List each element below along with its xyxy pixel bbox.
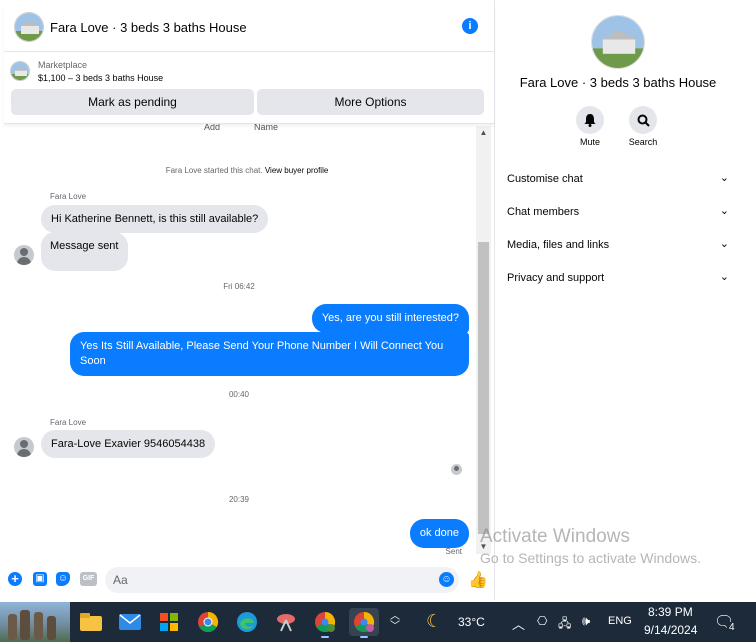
edge-icon[interactable] xyxy=(232,608,262,636)
snipping-tool-icon[interactable] xyxy=(271,608,301,636)
chevron-down-icon: ⌄ xyxy=(719,205,729,217)
image-icon[interactable]: ▣ xyxy=(33,572,47,586)
chrome-profile-icon[interactable] xyxy=(310,608,340,638)
outgoing-message[interactable]: Yes Its Still Available, Please Send You… xyxy=(70,332,469,376)
more-options-button[interactable]: More Options xyxy=(257,89,484,115)
sent-status: Sent xyxy=(445,547,462,556)
search-button[interactable]: Search xyxy=(613,106,673,147)
file-explorer-icon[interactable] xyxy=(76,608,106,636)
customise-chat-row[interactable]: Customise chat ⌄ xyxy=(507,172,729,185)
view-buyer-profile-link[interactable]: View buyer profile xyxy=(265,166,328,175)
language-indicator[interactable]: ENG xyxy=(608,615,632,627)
header-divider xyxy=(4,51,494,52)
volume-icon[interactable]: 🕪 xyxy=(582,613,590,629)
mute-button[interactable]: Mute xyxy=(560,106,620,147)
screen: Fara Love · 3 beds 3 baths House i Marke… xyxy=(0,0,756,642)
listing-title[interactable]: $1,100 – 3 beds 3 baths House xyxy=(38,73,163,83)
sender-name: Fara Love xyxy=(50,418,87,427)
plus-icon[interactable]: + xyxy=(8,572,22,586)
sender-name: Fara Love xyxy=(50,192,87,201)
chat-members-row[interactable]: Chat members ⌄ xyxy=(507,205,729,218)
widgets-icon[interactable] xyxy=(0,602,70,642)
windows-taskbar: ︿ ﹀ ☾ 33°C ︿ ⎔ 🖧 🕪 ENG 8:39 PM 9/14/2024 … xyxy=(0,602,756,642)
listing-avatar[interactable] xyxy=(14,12,44,42)
chat-title: Fara Love · 3 beds 3 baths House xyxy=(50,20,247,35)
chevron-down-icon: ⌄ xyxy=(719,271,729,283)
weather-moon-icon[interactable]: ☾ xyxy=(426,611,442,632)
chevron-up-icon[interactable]: ︿ xyxy=(512,614,525,633)
info-panel-title: Fara Love · 3 beds 3 baths House xyxy=(519,75,717,90)
timestamp: Fri 06:42 xyxy=(223,282,255,291)
marketplace-label: Marketplace xyxy=(38,60,88,70)
chevron-down-icon: ⌄ xyxy=(719,238,729,250)
message-input[interactable] xyxy=(105,567,459,593)
row-label: Chat members xyxy=(507,206,580,218)
row-label: Media, files and links xyxy=(507,239,610,251)
activate-windows-subtext: Go to Settings to activate Windows. xyxy=(480,550,701,566)
chrome-icon[interactable] xyxy=(193,608,223,636)
scroll-thumb[interactable] xyxy=(478,242,489,534)
notification-count-badge: 4 xyxy=(727,622,737,633)
taskbar-overflow-icon[interactable]: ︿ ﹀ xyxy=(390,612,400,632)
network-icon[interactable]: 🖧 xyxy=(558,614,571,635)
running-indicator xyxy=(321,636,329,638)
thumbs-up-icon[interactable]: 👍 xyxy=(468,570,488,590)
sender-avatar[interactable] xyxy=(14,437,34,457)
activate-windows-watermark: Activate Windows xyxy=(480,526,630,547)
row-label: Privacy and support xyxy=(507,272,605,284)
chat-header: Fara Love · 3 beds 3 baths House i Marke… xyxy=(4,6,494,124)
row-label: Customise chat xyxy=(507,173,583,185)
chrome-active-icon[interactable] xyxy=(349,608,379,638)
conversation-info-panel: Fara Love · 3 beds 3 baths House Mute Se… xyxy=(494,0,756,600)
microsoft-store-icon[interactable] xyxy=(154,608,184,636)
bell-icon xyxy=(576,106,604,134)
listing-thumbnail[interactable] xyxy=(10,61,30,81)
search-label: Search xyxy=(628,137,658,147)
mark-as-pending-button[interactable]: Mark as pending xyxy=(11,89,254,115)
clock-date[interactable]: 9/14/2024 xyxy=(644,623,697,637)
clock-time[interactable]: 8:39 PM xyxy=(648,605,693,619)
system-message-text: Fara Love started this chat. xyxy=(165,166,263,175)
message-composer: + ▣ ☺ GIF ☺ 👍 xyxy=(0,562,494,598)
incoming-message[interactable]: Fara-Love Exavier 9546054438 xyxy=(41,430,216,458)
chevron-down-icon: ⌄ xyxy=(719,172,729,184)
outgoing-message[interactable]: Yes, are you still interested? xyxy=(311,304,469,333)
timestamp: 00:40 xyxy=(228,390,250,399)
onedrive-icon[interactable]: ⎔ xyxy=(537,614,547,628)
incoming-message[interactable]: Message sent xyxy=(41,232,129,271)
gif-icon[interactable]: GIF xyxy=(80,572,97,586)
scroll-up-arrow-icon[interactable]: ▲ xyxy=(476,126,491,140)
emoji-icon[interactable]: ☺ xyxy=(439,572,454,587)
weather-temperature[interactable]: 33°C xyxy=(458,615,485,629)
info-icon[interactable]: i xyxy=(462,18,478,34)
timestamp: 20:39 xyxy=(228,495,250,504)
media-files-links-row[interactable]: Media, files and links ⌄ xyxy=(507,238,729,251)
sender-avatar[interactable] xyxy=(14,245,34,265)
privacy-support-row[interactable]: Privacy and support ⌄ xyxy=(507,271,729,284)
mail-icon[interactable] xyxy=(115,608,145,636)
chat-panel: Fara Love · 3 beds 3 baths House i Marke… xyxy=(0,0,494,600)
outgoing-message[interactable]: ok done xyxy=(409,519,469,548)
mute-label: Mute xyxy=(579,137,600,147)
seen-indicator-avatar xyxy=(451,464,462,475)
listing-avatar-large[interactable] xyxy=(591,15,645,69)
running-indicator xyxy=(360,636,368,638)
chat-scrollbar[interactable]: ▲ ▼ xyxy=(476,126,491,554)
incoming-message[interactable]: Hi Katherine Bennett, is this still avai… xyxy=(41,205,269,233)
system-message: Fara Love started this chat. View buyer … xyxy=(0,166,494,175)
search-icon xyxy=(629,106,657,134)
sticker-icon[interactable]: ☺ xyxy=(56,572,70,586)
